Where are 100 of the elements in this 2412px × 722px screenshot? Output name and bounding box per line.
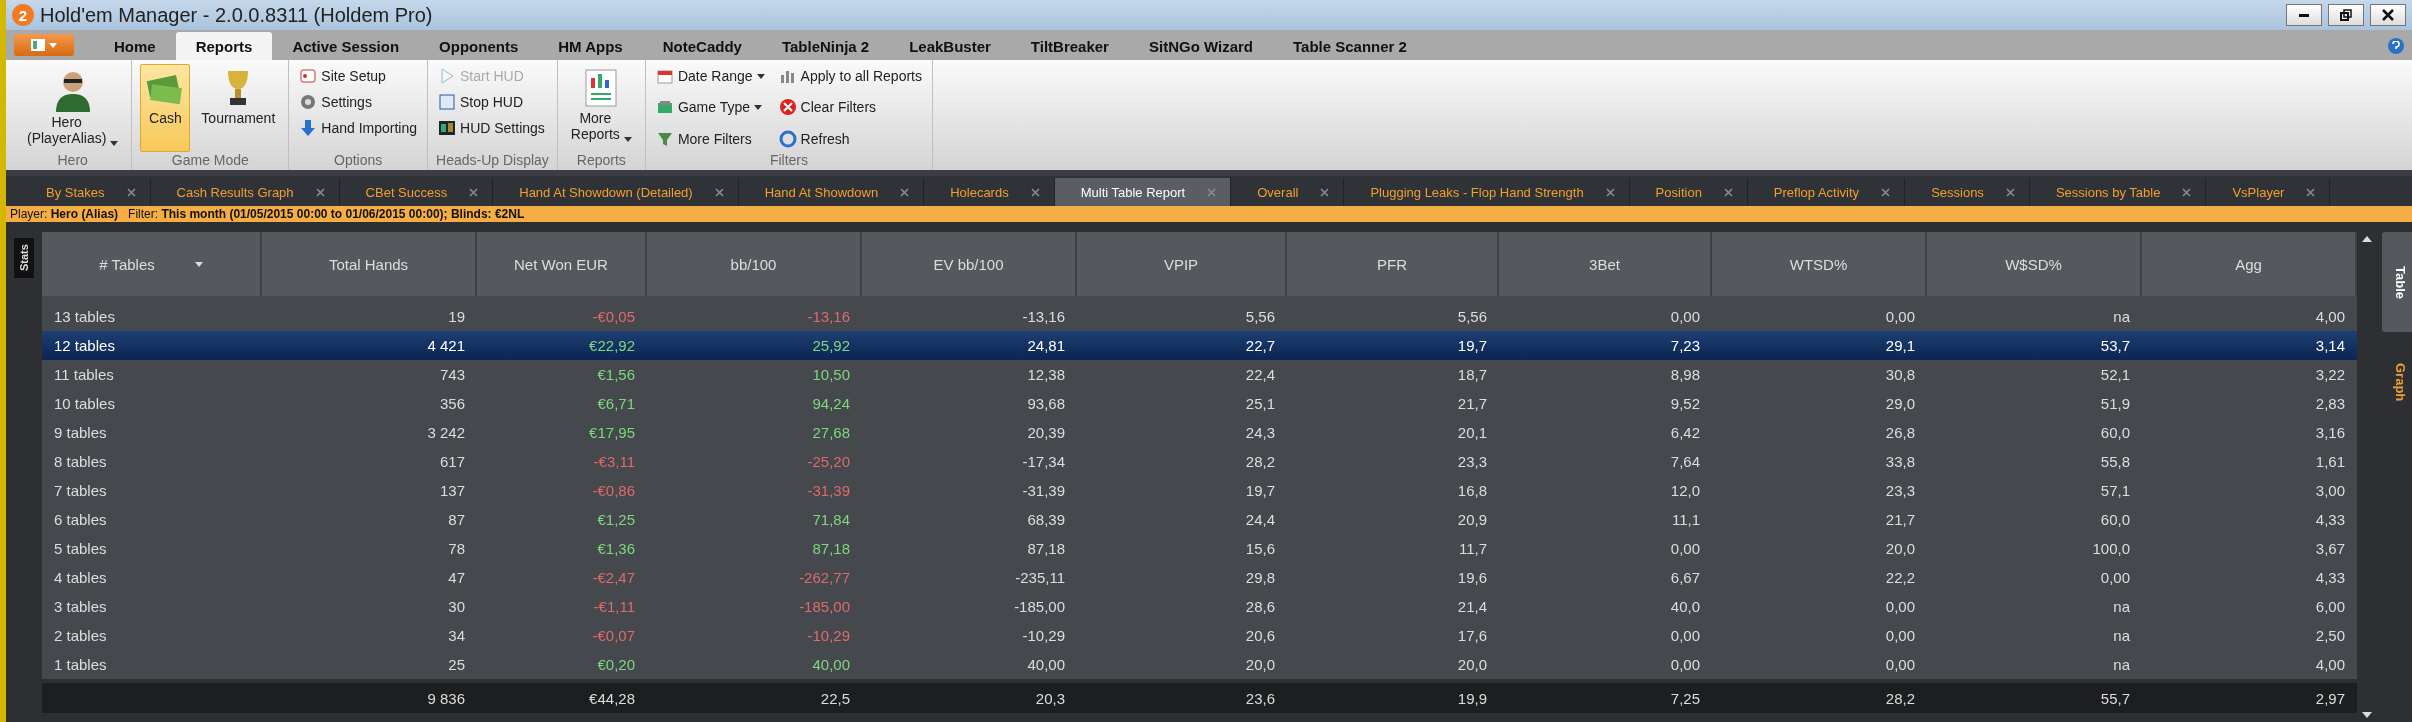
table-cell-text: €1,56: [596, 365, 636, 385]
ribbon-tab[interactable]: TableNinja 2: [761, 32, 890, 60]
close-icon[interactable]: [126, 187, 136, 197]
table-row[interactable]: 3 tables 30 -€1,11 -185,00 -185,00 28,6 21,4 40,0 0,00 na 6,00: [42, 592, 2357, 621]
close-icon[interactable]: [1030, 187, 1040, 197]
table-cell-text: -235,11: [1014, 568, 1066, 588]
ribbon-button[interactable]: Clear Filters: [776, 95, 924, 120]
close-icon[interactable]: [1723, 187, 1733, 197]
table-cell-text: 6,42: [1669, 423, 1701, 443]
table-row[interactable]: 10 tables 356 €6,71 94,24 93,68 25,1 21,7 9,52 29,0 51,9 2,83: [42, 389, 2357, 418]
close-icon[interactable]: [2306, 187, 2316, 197]
table-cell-text: 57,1: [2099, 481, 2131, 501]
table-cell-text: 25,1: [1244, 394, 1276, 414]
restore-button[interactable]: [2328, 4, 2364, 26]
table-cell-text: -25,20: [806, 452, 851, 472]
table-row[interactable]: 2 tables 34 -€0,07 -10,29 -10,29 20,6 17,6 0,00 0,00 na 2,50: [42, 621, 2357, 650]
close-button[interactable]: [2370, 4, 2406, 26]
table-cell-text: 0,00: [1884, 626, 1916, 646]
close-icon: [2382, 9, 2394, 21]
gear-icon: [299, 93, 318, 111]
ribbon-button[interactable]: Refresh: [776, 126, 924, 151]
ribbon-button[interactable]: More Filters: [653, 126, 767, 151]
table-cell-text: 20,6: [1244, 626, 1276, 646]
ribbon-button[interactable]: Game Type: [653, 95, 767, 120]
table-cell-text: 9 tables: [53, 423, 108, 443]
table-cell-text: €1,36: [596, 539, 636, 559]
table-cell-text: 3,67: [2314, 539, 2346, 559]
ribbon-button[interactable]: Hand Importing: [297, 116, 419, 140]
table-cell-text: 40,0: [1669, 597, 1701, 617]
table-cell-text: €17,95: [588, 423, 636, 443]
app-logo: 2: [12, 4, 34, 26]
minimize-icon: [2299, 13, 2309, 17]
close-icon[interactable]: [2005, 187, 2015, 197]
close-icon[interactable]: [1320, 187, 1330, 197]
close-icon[interactable]: [714, 187, 724, 197]
side-tab[interactable]: Graph: [2382, 332, 2412, 432]
side-tab[interactable]: Table: [2382, 232, 2412, 332]
ribbon-button[interactable]: Site Setup: [297, 64, 419, 88]
ribbon-tab[interactable]: SitNGo Wizard: [1128, 32, 1273, 60]
close-icon[interactable]: [1881, 187, 1891, 197]
table-cell-text: 3,16: [2314, 423, 2346, 443]
restore-icon: [2340, 9, 2352, 21]
scroll-down-icon[interactable]: [2361, 712, 2372, 718]
ribbon-tab[interactable]: Active Session: [272, 32, 420, 60]
ribbon-button[interactable]: Tournament: [196, 64, 281, 152]
table-row[interactable]: 12 tables 4 421 €22,92 25,92 24,81 22,7 19,7 7,23 29,1 53,7 3,14: [42, 331, 2357, 360]
table-cell-text: 78: [447, 539, 466, 559]
table-cell-text: 0,00: [1669, 626, 1701, 646]
table-cell-text: 0,00: [1669, 539, 1701, 559]
ribbon-tab[interactable]: Opponents: [419, 32, 539, 60]
table-cell-text: -17,34: [1021, 452, 1066, 472]
table-cell-text: 71,84: [811, 510, 851, 530]
ribbon-button[interactable]: Cash: [140, 64, 191, 152]
table-row[interactable]: 4 tables 47 -€2,47 -262,77 -235,11 29,8 19,6 6,67 22,2 0,00 4,33: [42, 563, 2357, 592]
table-cell-text: 29,1: [1884, 336, 1916, 356]
ribbon-tab[interactable]: LeakBuster: [889, 32, 1011, 60]
app-menu-button[interactable]: [14, 34, 74, 56]
close-icon[interactable]: [2182, 187, 2192, 197]
window-icon: [31, 39, 45, 51]
table-cell-text: 23,3: [1884, 481, 1916, 501]
ribbon-button[interactable]: Hero (PlayerAlias): [22, 64, 124, 152]
scroll-up-icon[interactable]: [2361, 236, 2372, 242]
ribbon-button[interactable]: More Reports: [565, 64, 637, 152]
ribbon-button[interactable]: Stop HUD: [436, 90, 549, 114]
table-row[interactable]: 6 tables 87 €1,25 71,84 68,39 24,4 20,9 11,1 21,7 60,0 4,33: [42, 505, 2357, 534]
table-row[interactable]: 11 tables 743 €1,56 10,50 12,38 22,4 18,7 8,98 30,8 52,1 3,22: [42, 360, 2357, 389]
ribbon-tab[interactable]: TiltBreaker: [1010, 32, 1129, 60]
ribbon-button[interactable]: Apply to all Reports: [776, 64, 924, 88]
table-cell-text: 4,00: [2314, 307, 2346, 327]
total-cell-text: 55,7: [2099, 688, 2131, 709]
ribbon-tab[interactable]: Reports: [175, 32, 273, 60]
calendar-icon: [655, 67, 674, 85]
table-cell-text: 12,0: [1669, 481, 1701, 501]
table-cell-text: 3 tables: [53, 597, 108, 617]
table-row[interactable]: 5 tables 78 €1,36 87,18 87,18 15,6 11,7 0,00 20,0 100,0 3,67: [42, 534, 2357, 563]
close-icon[interactable]: [900, 187, 910, 197]
table-row[interactable]: 1 tables 25 €0,20 40,00 40,00 20,0 20,0 0,00 0,00 na 4,00: [42, 650, 2357, 679]
table-cell-text: 6,00: [2314, 597, 2346, 617]
ribbon-button[interactable]: HUD Settings: [436, 116, 549, 140]
stats-tab[interactable]: Stats: [14, 238, 34, 278]
table-cell-text: 25: [447, 655, 466, 675]
ribbon-tab[interactable]: Home: [94, 32, 176, 60]
close-icon[interactable]: [469, 187, 479, 197]
close-icon[interactable]: [1605, 187, 1615, 197]
help-icon[interactable]: [2388, 38, 2404, 54]
ribbon-tab[interactable]: NoteCaddy: [642, 32, 762, 60]
group-label: Hero: [56, 152, 89, 168]
ribbon-tab[interactable]: HM Apps: [538, 32, 643, 60]
table-row[interactable]: 13 tables 19 -€0,05 -13,16 -13,16 5,56 5,56 0,00 0,00 na 4,00: [42, 302, 2357, 331]
table-row[interactable]: 8 tables 617 -€3,11 -25,20 -17,34 28,2 23,3 7,64 33,8 55,8 1,61: [42, 447, 2357, 476]
minimize-button[interactable]: [2286, 4, 2322, 26]
table-row[interactable]: 7 tables 137 -€0,86 -31,39 -31,39 19,7 16,8 12,0 23,3 57,1 3,00: [42, 476, 2357, 505]
ribbon-button[interactable]: Settings: [297, 90, 419, 114]
report-icon: [584, 68, 619, 108]
table-row[interactable]: 9 tables 3 242 €17,95 27,68 20,39 24,3 20,1 6,42 26,8 60,0 3,16: [42, 418, 2357, 447]
ribbon-tab[interactable]: Table Scanner 2: [1273, 32, 1427, 60]
report-tab[interactable]: Multi Table Report: [1054, 178, 1232, 206]
ribbon-button[interactable]: Date Range: [653, 64, 767, 88]
table-cell-text: 19,6: [1456, 568, 1488, 588]
close-icon[interactable]: [315, 187, 325, 197]
